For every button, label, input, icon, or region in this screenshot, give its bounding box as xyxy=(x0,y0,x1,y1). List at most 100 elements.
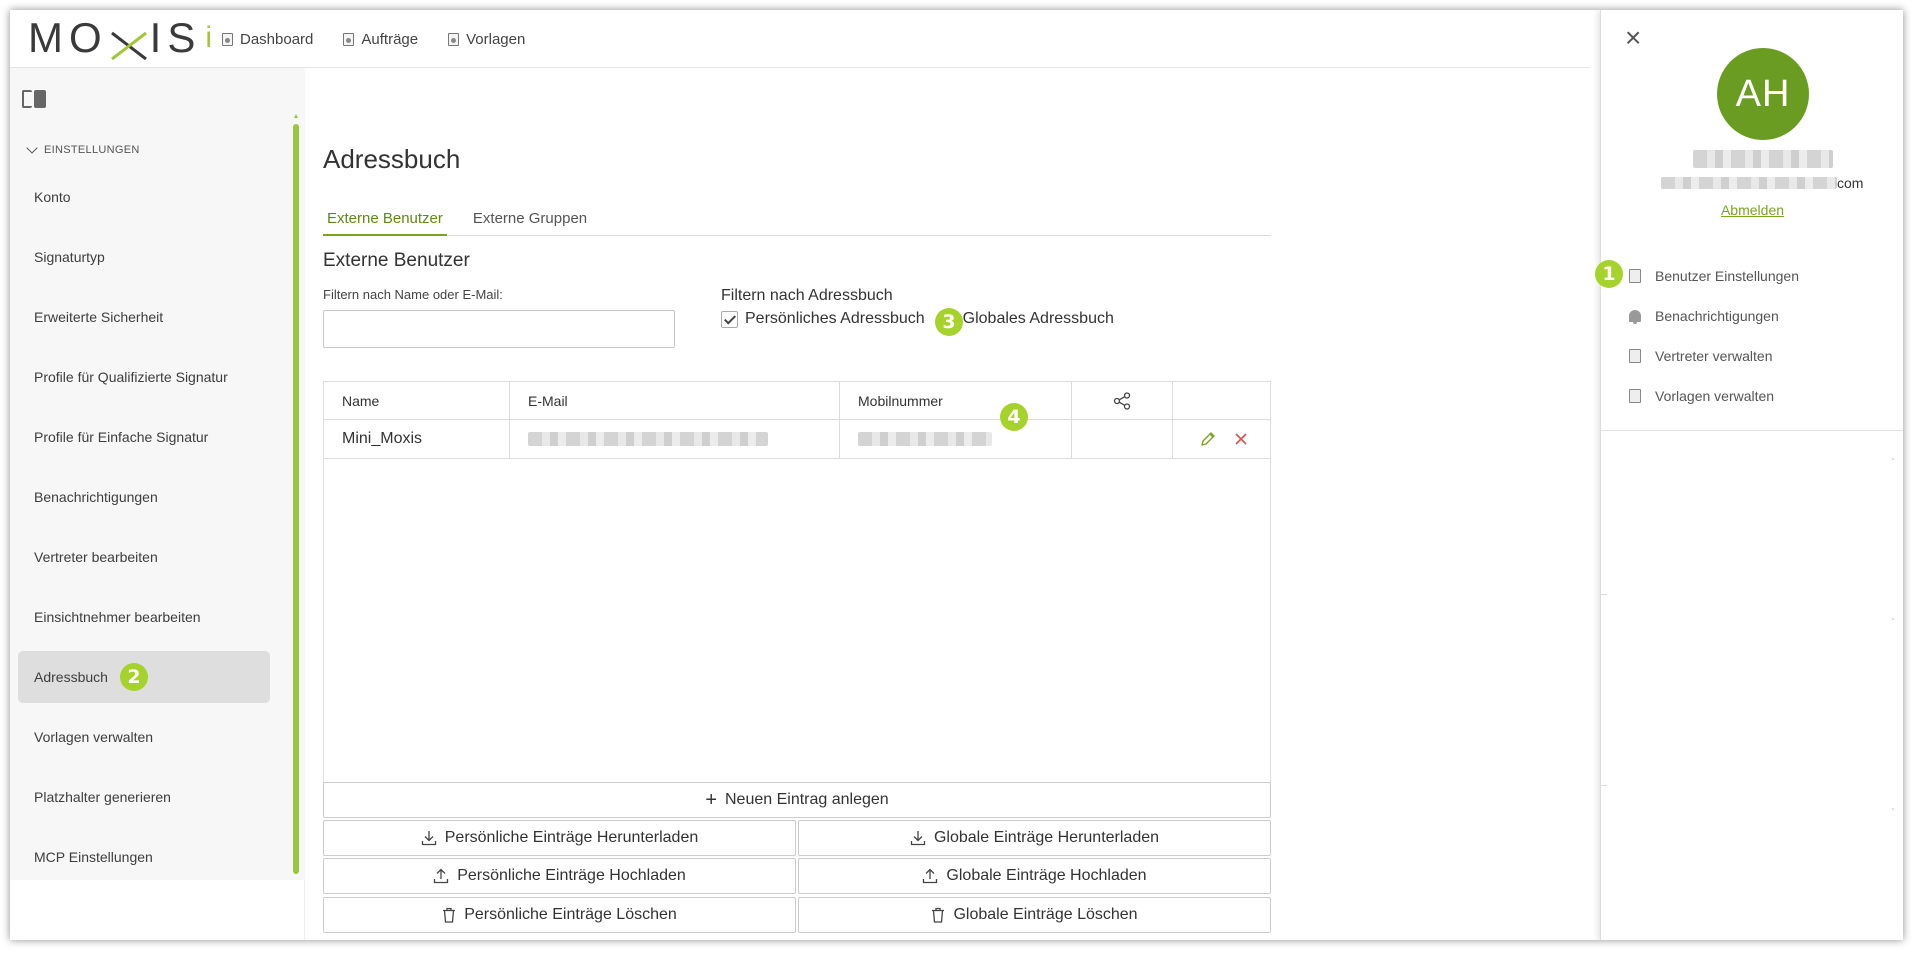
menu-item-label: Benutzer Einstellungen xyxy=(1655,268,1799,284)
nav-label: Vorlagen xyxy=(466,30,526,48)
sidebar-item-vertreter[interactable]: Vertreter bearbeiten xyxy=(18,531,270,583)
sidebar-item-platzhalter[interactable]: Platzhalter generieren xyxy=(18,771,270,823)
global-upload-button[interactable]: Globale Einträge Hochladen xyxy=(798,858,1271,894)
column-header-mobile[interactable]: Mobilnummer xyxy=(840,382,1072,419)
panel-line xyxy=(1601,594,1607,595)
sidebar-item-erweiterte-sicherheit[interactable]: Erweiterte Sicherheit xyxy=(18,291,270,343)
annotation-badge-2: 2 xyxy=(120,663,148,691)
plus-icon: + xyxy=(705,789,717,811)
global-addressbook-checkbox[interactable]: Globales Adressbuch xyxy=(938,310,1114,328)
nav-auftraege[interactable]: Aufträge xyxy=(343,31,418,48)
user-card-icon xyxy=(1629,269,1641,283)
moxis-logo[interactable]: MO IS i xyxy=(28,14,213,61)
sidebar-item-label: Adressbuch xyxy=(34,669,108,685)
personal-addressbook-checkbox[interactable]: Persönliches Adressbuch xyxy=(721,310,925,328)
column-header-name[interactable]: Name xyxy=(324,382,510,419)
new-entry-button[interactable]: + Neuen Eintrag anlegen xyxy=(323,782,1271,818)
logout-link[interactable]: Abmelden xyxy=(1601,202,1903,218)
sidebar-toggle-icon[interactable] xyxy=(22,90,47,108)
edit-pencil-icon[interactable] xyxy=(1200,431,1216,447)
filter-name-email-input[interactable] xyxy=(323,310,675,348)
delete-x-icon[interactable] xyxy=(1234,432,1248,446)
sidebar-item-label: Vertreter bearbeiten xyxy=(34,549,158,565)
nav-label: Dashboard xyxy=(240,30,314,48)
page-title: Adressbuch xyxy=(323,144,461,174)
trash-icon xyxy=(443,907,456,923)
nav-dashboard[interactable]: Dashboard xyxy=(222,31,313,48)
sidebar-item-label: Konto xyxy=(34,189,71,205)
menu-item-label: Vorlagen verwalten xyxy=(1655,388,1775,404)
section-label: EINSTELLUNGEN xyxy=(44,144,140,156)
user-name-redacted xyxy=(1693,150,1833,168)
tab-externe-gruppen[interactable]: Externe Gruppen xyxy=(469,200,591,236)
menu-vertreter-verwalten[interactable]: Vertreter verwalten xyxy=(1629,336,1799,376)
sidebar-footer xyxy=(10,880,305,940)
document-icon xyxy=(448,32,460,46)
close-icon[interactable]: × xyxy=(1625,24,1641,52)
menu-benachrichtigungen[interactable]: Benachrichtigungen xyxy=(1629,296,1799,336)
email-suffix: com xyxy=(1837,175,1864,191)
column-header-actions xyxy=(1173,382,1270,419)
sidebar-item-label: Einsichtnehmer bearbeiten xyxy=(34,609,201,625)
external-users-table: Name E-Mail Mobilnummer Mini_Moxis 4 xyxy=(323,381,1271,783)
personal-delete-button[interactable]: Persönliche Einträge Löschen xyxy=(323,897,796,933)
sidebar-item-profile-einfache[interactable]: Profile für Einfache Signatur xyxy=(18,411,270,463)
app-window: MO IS i Dashboard Aufträge Vorlagen EINS… xyxy=(10,10,1903,940)
tab-externe-benutzer[interactable]: Externe Benutzer xyxy=(323,200,447,236)
menu-item-label: Vertreter verwalten xyxy=(1655,348,1773,364)
annotation-badge-3: 3 xyxy=(935,308,963,336)
nav-vorlagen[interactable]: Vorlagen xyxy=(448,31,525,48)
sidebar-item-label: Signaturtyp xyxy=(34,249,105,265)
sidebar-item-mcp[interactable]: MCP Einstellungen xyxy=(18,831,270,883)
checkbox-checked-icon[interactable] xyxy=(721,310,738,328)
panel-divider xyxy=(1601,430,1903,431)
checkbox-label: Globales Adressbuch xyxy=(962,310,1114,327)
user-email: com xyxy=(1661,175,1863,191)
table-row[interactable]: Mini_Moxis xyxy=(324,420,1270,459)
settings-section-header[interactable]: EINSTELLUNGEN xyxy=(26,142,140,156)
personal-download-button[interactable]: Persönliche Einträge Herunterladen xyxy=(323,820,796,856)
sidebar-scrollbar[interactable] xyxy=(293,114,299,880)
sidebar-item-signaturtyp[interactable]: Signaturtyp xyxy=(18,231,270,283)
menu-item-label: Benachrichtigungen xyxy=(1655,308,1779,324)
sidebar-item-adressbuch[interactable]: Adressbuch 2 xyxy=(18,651,270,703)
global-download-button[interactable]: Globale Einträge Herunterladen xyxy=(798,820,1271,856)
sidebar-item-konto[interactable]: Konto xyxy=(18,171,270,223)
global-delete-button[interactable]: Globale Einträge Löschen xyxy=(798,897,1271,933)
button-label: Persönliche Einträge Löschen xyxy=(464,906,677,923)
personal-upload-button[interactable]: Persönliche Einträge Hochladen xyxy=(323,858,796,894)
column-header-email[interactable]: E-Mail xyxy=(510,382,840,419)
addressbook-filter-checkboxes: Persönliches Adressbuch Globales Adressb… xyxy=(721,310,1114,328)
document-icon xyxy=(1629,389,1641,403)
menu-vorlagen-verwalten[interactable]: Vorlagen verwalten xyxy=(1629,376,1799,416)
menu-benutzer-einstellungen[interactable]: Benutzer Einstellungen xyxy=(1629,256,1799,296)
settings-sidebar: EINSTELLUNGEN Konto Signaturtyp Erweiter… xyxy=(10,68,305,940)
sidebar-item-benachrichtigungen[interactable]: Benachrichtigungen xyxy=(18,471,270,523)
top-navigation-bar: MO IS i Dashboard Aufträge Vorlagen xyxy=(10,10,1590,68)
sidebar-item-einsichtnehmer[interactable]: Einsichtnehmer bearbeiten xyxy=(18,591,270,643)
button-label: Persönliche Einträge Herunterladen xyxy=(444,829,699,846)
panel-line xyxy=(1601,785,1607,786)
settings-menu: Konto Signaturtyp Erweiterte Sicherheit … xyxy=(18,171,270,891)
document-icon xyxy=(222,32,233,46)
section-title: Externe Benutzer xyxy=(323,250,470,271)
annotation-badge-1: 1 xyxy=(1595,260,1623,288)
logo-text-left: MO xyxy=(28,14,108,61)
filter-label: Filtern nach Name oder E-Mail: xyxy=(323,287,503,302)
sidebar-item-label: Vorlagen verwalten xyxy=(34,729,154,745)
download-icon xyxy=(421,831,436,846)
logo-x-icon xyxy=(110,23,148,61)
cell-mobile-redacted xyxy=(840,420,1072,458)
sidebar-item-label: MCP Einstellungen xyxy=(34,849,153,865)
user-menu: Benutzer Einstellungen Benachrichtigunge… xyxy=(1629,256,1799,416)
sidebar-item-label: Profile für Einfache Signatur xyxy=(34,429,209,445)
scroll-up-icon[interactable] xyxy=(294,114,298,118)
sidebar-item-label: Profile für Qualifizierte Signatur xyxy=(34,369,228,385)
logo-suffix: i xyxy=(205,21,213,54)
sidebar-item-profile-qualifizierte[interactable]: Profile für Qualifizierte Signatur xyxy=(18,351,270,403)
user-panel: × AH com Abmelden Benutzer Einstellungen… xyxy=(1595,10,1903,940)
sidebar-item-vorlagen[interactable]: Vorlagen verwalten xyxy=(18,711,270,763)
main-navigation: Dashboard Aufträge Vorlagen xyxy=(222,10,525,68)
sidebar-scroll-thumb[interactable] xyxy=(293,124,299,874)
annotation-badge-4: 4 xyxy=(1000,403,1028,431)
